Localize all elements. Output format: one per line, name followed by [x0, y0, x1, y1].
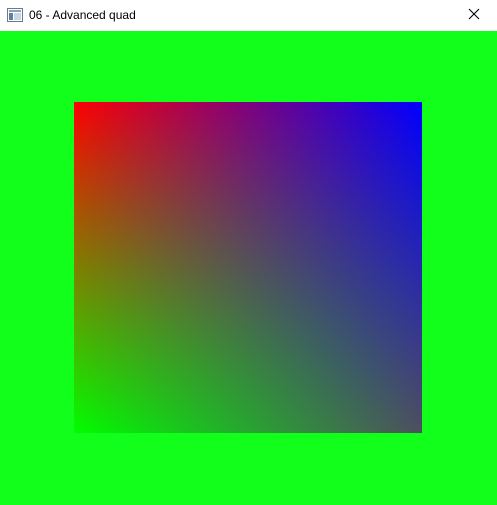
- app-window: 06 - Advanced quad: [0, 0, 497, 505]
- quad-top-layer: [74, 102, 422, 433]
- close-button[interactable]: [451, 0, 497, 31]
- gradient-quad: [74, 102, 422, 433]
- close-icon: [468, 7, 480, 25]
- window-app-icon[interactable]: [7, 8, 23, 22]
- render-viewport[interactable]: [0, 31, 497, 505]
- title-bar[interactable]: 06 - Advanced quad: [0, 0, 497, 31]
- window-title: 06 - Advanced quad: [29, 8, 136, 22]
